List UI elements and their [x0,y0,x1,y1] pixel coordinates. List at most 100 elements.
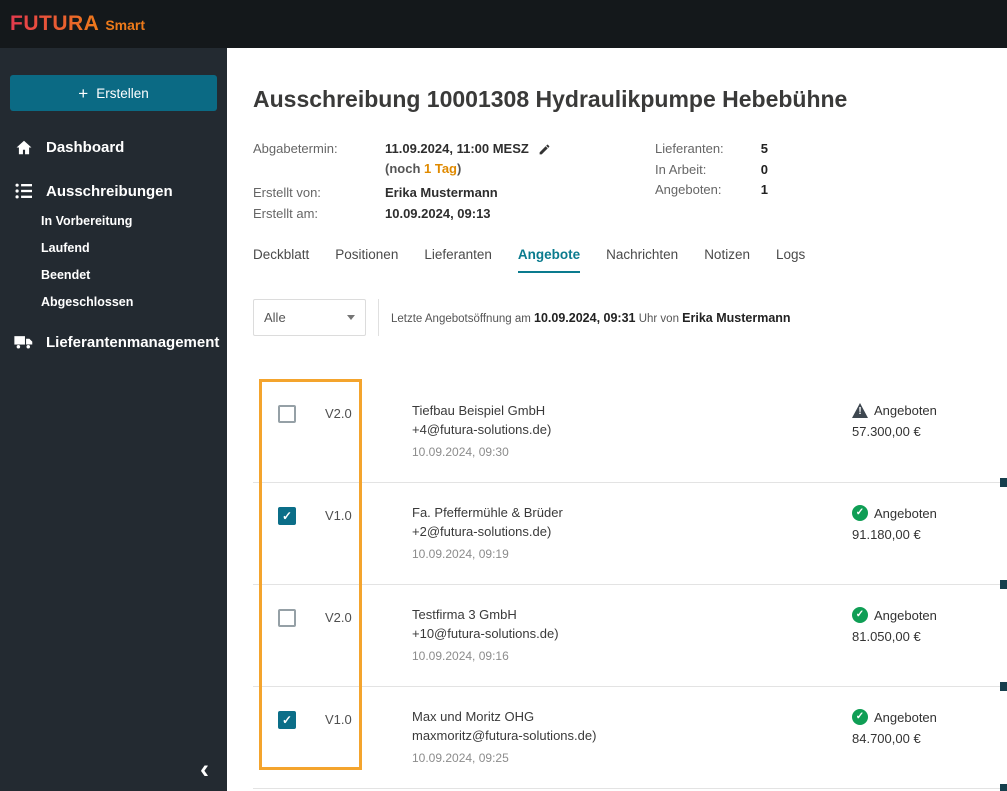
success-check-icon [852,709,868,725]
tab-nachrichten[interactable]: Nachrichten [606,247,678,273]
stat-label: In Arbeit: [655,161,707,177]
offer-select-checkbox[interactable] [278,609,296,627]
created-at-label: Erstellt am: [253,206,319,221]
offer-company-name: Fa. Pfeffermühle & Brüder [412,505,563,520]
offer-company-email: +4@futura-solutions.de) [412,422,552,437]
offer-company-block: Fa. Pfeffermühle & Brüder +2@futura-solu… [412,505,563,562]
sidebar-item-label: Dashboard [46,138,125,156]
brand-suffix: Smart [105,17,146,33]
offer-list: V2.0 Tiefbau Beispiel GmbH +4@futura-sol… [253,381,1007,791]
offer-amount: 57.300,00 € [852,424,921,439]
stat-value: 5 [760,141,768,156]
tab-angebote[interactable]: Angebote [517,247,581,273]
offer-company-email: +10@futura-solutions.de) [412,626,559,641]
offer-row: V2.0 Testfirma 3 GmbH +10@futura-solutio… [253,585,1007,691]
offer-select-checkbox[interactable] [278,711,296,729]
offer-status-label: Angeboten [874,403,937,418]
deadline-value: 11.09.2024, 11:00 MESZ [385,141,529,156]
header-stats: Lieferanten: 5 In Arbeit: 0 Angeboten: 1 [655,139,768,201]
sidebar-item-label: Ausschreibungen [46,182,173,200]
sidebar: + Erstellen Dashboard Ausschreibungen In… [0,48,227,791]
tab-bar: Deckblatt Positionen Lieferanten Angebot… [253,247,1007,273]
stat-lieferanten: Lieferanten: 5 [655,139,768,160]
chevron-down-icon [347,315,355,320]
offer-date: 10.09.2024, 09:16 [412,649,509,663]
sidebar-collapse-chevron-icon[interactable]: ‹ [200,756,209,783]
sidebar-subitem-in-vorbereitung[interactable]: In Vorbereitung [0,207,227,234]
offer-version-label: V1.0 [325,508,352,523]
offer-filter-dropdown[interactable]: Alle [253,299,366,336]
offer-row: V1.0 Fa. Pfeffermühle & Brüder +2@futura… [253,483,1007,589]
warning-triangle-icon [852,403,868,418]
offer-amount: 81.050,00 € [852,629,921,644]
app-logo: FUTURA Smart [10,12,145,36]
list-icon [14,182,33,201]
stat-value: 1 [760,182,768,197]
last-opening-info: Letzte Angebotsöffnung am 10.09.2024, 09… [391,311,791,325]
offer-amount: 91.180,00 € [852,527,921,542]
offer-company-block: Max und Moritz OHG maxmoritz@futura-solu… [412,709,596,766]
edit-pencil-icon[interactable] [538,143,551,156]
create-button[interactable]: + Erstellen [10,75,217,111]
tab-lieferanten[interactable]: Lieferanten [424,247,492,273]
offer-status-label: Angeboten [874,709,937,725]
tab-logs[interactable]: Logs [776,247,805,273]
stat-label: Lieferanten: [655,141,724,156]
offer-company-name: Tiefbau Beispiel GmbH [412,403,546,418]
offer-select-checkbox[interactable] [278,507,296,525]
success-check-icon [852,505,868,521]
offer-row: V2.0 Tiefbau Beispiel GmbH +4@futura-sol… [253,381,1007,487]
created-by-value: Erika Mustermann [385,185,498,200]
created-at-value: 10.09.2024, 09:13 [385,206,491,221]
offer-date: 10.09.2024, 09:30 [412,445,509,459]
tab-deckblatt[interactable]: Deckblatt [253,247,309,273]
offer-status-block: Angeboten 91.180,00 € [852,505,937,542]
truck-icon [14,333,33,352]
sidebar-item-lieferantenmanagement[interactable]: Lieferantenmanagement [0,330,227,354]
stat-label: Angeboten: [655,182,722,197]
offer-row: V1.0 Max und Moritz OHG maxmoritz@futura… [253,687,1007,791]
row-divider-mark [1000,784,1007,791]
deadline-remaining-prefix: (noch [385,161,424,176]
offer-version-label: V2.0 [325,406,352,421]
dropdown-selected-value: Alle [264,310,286,325]
offer-status-label: Angeboten [874,505,937,521]
offer-date: 10.09.2024, 09:19 [412,547,509,561]
sidebar-subitem-abgeschlossen[interactable]: Abgeschlossen [0,288,227,315]
page-title: Ausschreibung 10001308 Hydraulikpumpe He… [253,86,848,112]
tab-notizen[interactable]: Notizen [704,247,750,273]
top-bar: FUTURA Smart [0,0,1007,48]
offer-company-name: Testfirma 3 GmbH [412,607,517,622]
sidebar-subitem-beendet[interactable]: Beendet [0,261,227,288]
brand-name: FUTURA [10,12,100,35]
sidebar-item-label: Lieferantenmanagement [46,333,220,351]
opening-info-middle: Uhr von [635,312,683,325]
plus-icon: + [78,83,89,103]
offer-version-label: V1.0 [325,712,352,727]
filter-row: Alle Letzte Angebotsöffnung am 10.09.202… [253,299,1007,336]
offer-company-block: Testfirma 3 GmbH +10@futura-solutions.de… [412,607,559,664]
vertical-divider [378,299,379,336]
offer-company-email: maxmoritz@futura-solutions.de) [412,728,597,743]
success-check-icon [852,607,868,623]
opening-info-name: Erika Mustermann [682,310,791,325]
main-content: Ausschreibung 10001308 Hydraulikpumpe He… [227,48,1007,791]
sidebar-subitem-laufend[interactable]: Laufend [0,234,227,261]
sidebar-item-dashboard[interactable]: Dashboard [0,135,227,159]
opening-info-date: 10.09.2024, 09:31 [534,310,636,325]
home-icon [14,138,33,157]
sidebar-item-ausschreibungen[interactable]: Ausschreibungen [0,179,227,203]
offer-status-block: Angeboten 81.050,00 € [852,607,937,644]
offer-company-email: +2@futura-solutions.de) [412,524,552,539]
offer-select-checkbox[interactable] [278,405,296,423]
offer-date: 10.09.2024, 09:25 [412,751,509,765]
deadline-remaining-value: 1 Tag [424,161,457,176]
sidebar-sublist: In Vorbereitung Laufend Beendet Abgeschl… [0,207,227,315]
stat-value: 0 [760,161,768,177]
offer-status-label: Angeboten [874,607,937,623]
deadline-remaining-suffix: ) [457,161,462,176]
stat-angeboten: Angeboten: 1 [655,180,768,201]
offer-amount: 84.700,00 € [852,731,921,746]
tab-positionen[interactable]: Positionen [335,247,398,273]
stat-in-arbeit: In Arbeit: 0 [655,160,768,181]
